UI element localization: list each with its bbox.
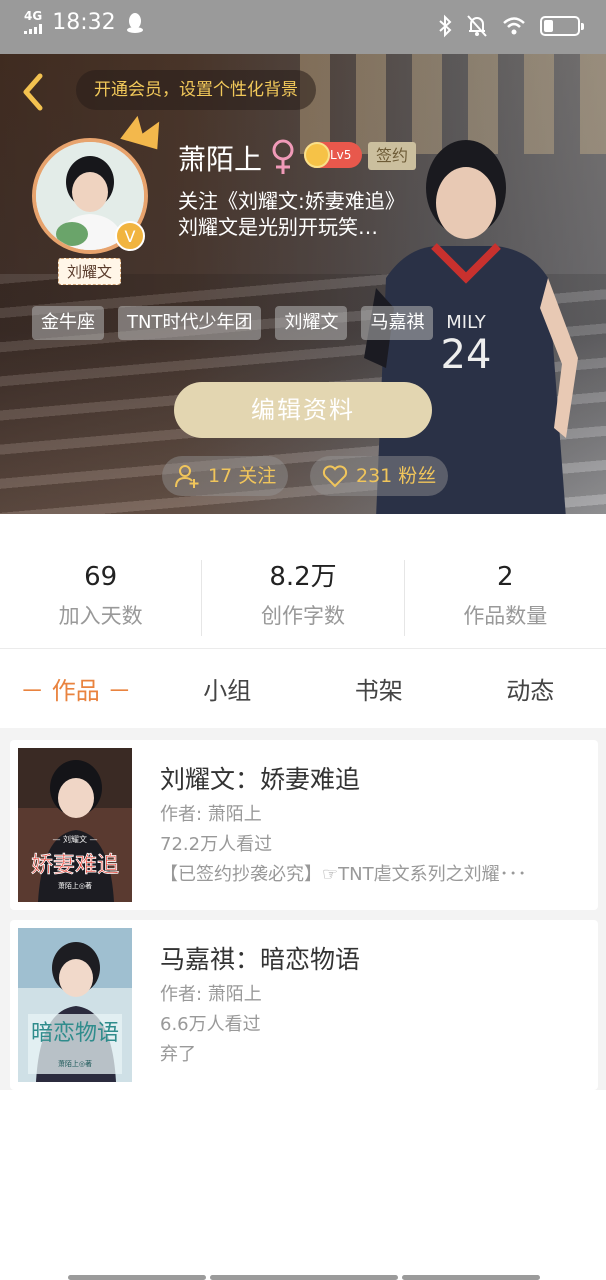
stat-works-count: 2 作品数量: [405, 560, 606, 636]
profile-tags: 金牛座 TNT时代少年团 刘耀文 马嘉祺: [32, 306, 434, 340]
profile-tabs: － 作品 － 小组 书架 动态: [0, 660, 606, 726]
book-author: 作者: 萧陌上: [160, 984, 262, 1005]
level-badge: Lv5: [304, 142, 362, 168]
crown-icon: [120, 115, 160, 150]
bluetooth-icon: [439, 14, 452, 38]
cover-author: 萧陌上◎著: [58, 1059, 92, 1068]
book-author: 作者: 萧陌上: [160, 804, 262, 825]
member-banner[interactable]: 开通会员，设置个性化背景: [76, 70, 316, 110]
mute-bell-icon: [467, 15, 487, 37]
tab-groups[interactable]: 小组: [152, 660, 304, 726]
book-title[interactable]: 刘耀文：娇妻难追: [160, 760, 360, 796]
profile-stats: 69 加入天数 8.2万 创作字数 2 作品数量: [0, 560, 606, 636]
level-text: Lv5: [330, 148, 352, 162]
following-button[interactable]: 17 关注: [162, 456, 289, 496]
stat-value: 8.2万: [269, 562, 337, 592]
book-views: 72.2万人看过: [160, 834, 273, 855]
tag-idol-2[interactable]: 马嘉祺: [361, 306, 434, 340]
cover-title: 暗恋物语: [31, 1021, 119, 1046]
tab-activity[interactable]: 动态: [455, 660, 606, 726]
verified-badge-icon: V: [115, 221, 145, 251]
work-card[interactable]: 暗恋物语 萧陌上◎著 马嘉祺：暗恋物语 作者: 萧陌上 6.6万人看过 弃了: [10, 920, 598, 1090]
book-cover[interactable]: — 刘耀文 — 娇妻难追 萧陌上◎著: [18, 748, 132, 902]
profile-header: 24 MILY 开通会员，设置个性化背景 V 刘耀文 萧陌上 Lv5 签约 关注…: [0, 54, 606, 514]
book-cover-image: 暗恋物语 萧陌上◎著: [18, 928, 132, 1082]
female-icon: [272, 139, 294, 174]
bio-line-1: 关注《刘耀文:娇妻难追》: [178, 189, 405, 213]
tag-zodiac[interactable]: 金牛座: [32, 306, 104, 340]
back-arrow-icon[interactable]: [18, 72, 48, 112]
stat-days-joined: 69 加入天数: [0, 560, 203, 636]
stat-label: 加入天数: [58, 604, 143, 628]
cover-subtitle: — 刘耀文 —: [52, 834, 97, 844]
network-type: 4G: [24, 9, 43, 23]
divider: [0, 648, 606, 649]
stat-value: 69: [84, 562, 118, 592]
book-cover-image: — 刘耀文 — 娇妻难追 萧陌上◎著: [18, 748, 132, 902]
bio: 关注《刘耀文:娇妻难追》 刘耀文是光别开玩笑…: [178, 188, 458, 240]
add-user-icon: [175, 465, 199, 488]
followers-count: 231 粉丝: [356, 465, 437, 487]
tab-works[interactable]: － 作品 －: [0, 660, 152, 726]
qq-icon: [126, 12, 143, 33]
tag-idol-1[interactable]: 刘耀文: [275, 306, 348, 340]
svg-text:V: V: [125, 227, 136, 246]
stat-word-count: 8.2万 创作字数: [202, 560, 405, 636]
username: 萧陌上: [178, 143, 263, 176]
status-time: 18:32: [52, 10, 116, 35]
edit-profile-button[interactable]: 编辑资料: [174, 382, 432, 438]
avatar-tag: 刘耀文: [58, 258, 122, 285]
cellular-signal-icon: 4G: [24, 9, 43, 34]
cover-author: 萧陌上◎著: [58, 881, 92, 890]
heart-icon: [322, 465, 348, 488]
book-description: 弃了: [160, 1044, 196, 1065]
nav-gesture-bar[interactable]: [68, 1275, 206, 1280]
status-bar: 4G 18:32: [0, 0, 606, 54]
stat-label: 作品数量: [463, 604, 548, 628]
tab-bookshelf[interactable]: 书架: [303, 660, 455, 726]
book-description: 【已签约抄袭必究】☞TNT虐文系列之刘耀･･･: [160, 864, 527, 885]
stat-label: 创作字数: [260, 604, 345, 628]
work-card[interactable]: — 刘耀文 — 娇妻难追 萧陌上◎著 刘耀文：娇妻难追 作者: 萧陌上 72.2…: [10, 740, 598, 910]
wifi-icon: [503, 17, 525, 35]
stat-value: 2: [497, 562, 514, 592]
nav-gesture-bar[interactable]: [402, 1275, 540, 1280]
crown-coin-icon: [304, 142, 330, 168]
nav-gesture-bar[interactable]: [210, 1275, 398, 1280]
svg-text:MILY: MILY: [446, 312, 486, 333]
signed-badge: 签约: [368, 142, 417, 170]
book-views: 6.6万人看过: [160, 1014, 261, 1035]
svg-text:24: 24: [441, 332, 492, 378]
tag-group[interactable]: TNT时代少年团: [118, 306, 262, 340]
followers-button[interactable]: 231 粉丝: [310, 456, 449, 496]
following-count: 17 关注: [208, 465, 277, 487]
bio-line-2: 刘耀文是光别开玩笑…: [178, 215, 378, 239]
cover-title: 娇妻难追: [31, 853, 119, 878]
book-cover[interactable]: 暗恋物语 萧陌上◎著: [18, 928, 132, 1082]
book-title[interactable]: 马嘉祺：暗恋物语: [160, 940, 360, 976]
battery-icon: [540, 16, 584, 36]
